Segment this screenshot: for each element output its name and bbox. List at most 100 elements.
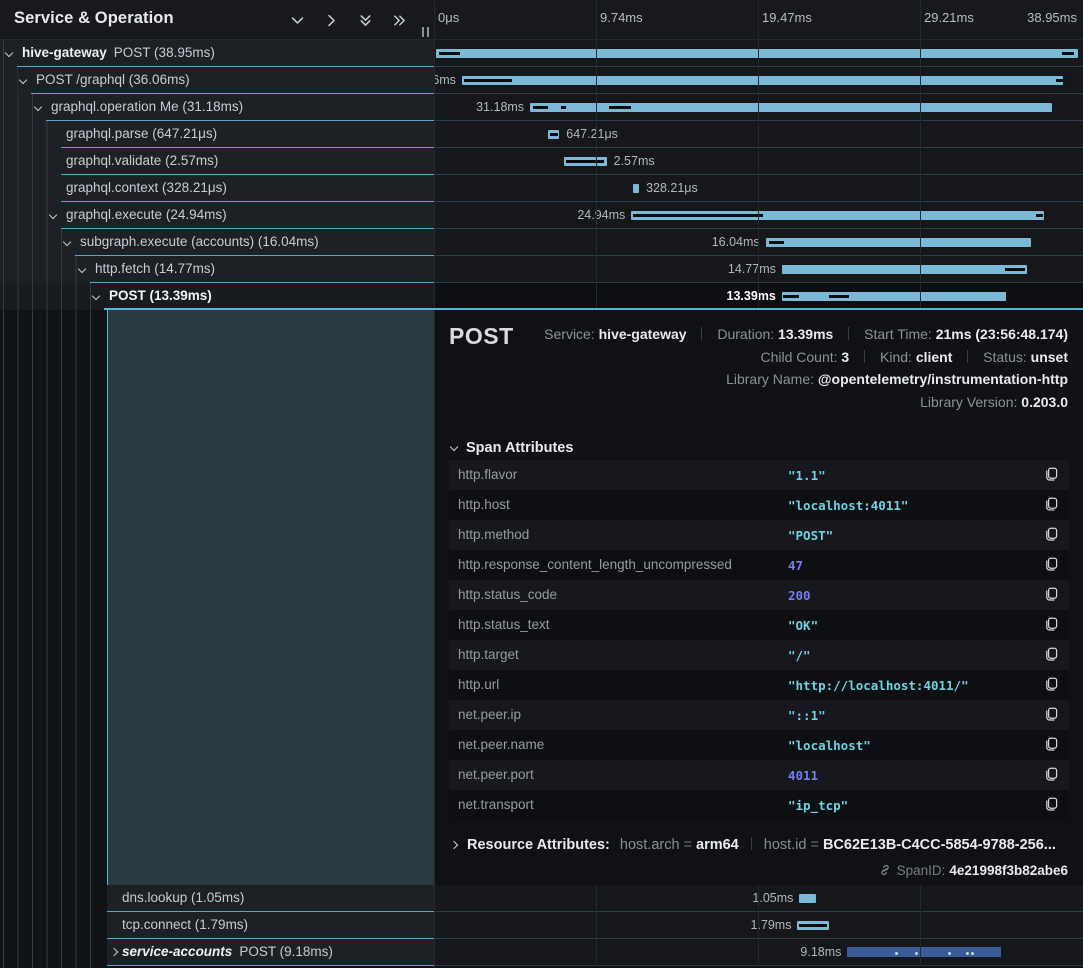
span-detail-title: POST: [449, 323, 514, 350]
span-label: tcp.connect (1.79ms): [122, 917, 248, 932]
critical-path-segment: [609, 106, 630, 109]
copy-icon[interactable]: [1043, 677, 1058, 693]
copy-icon[interactable]: [1043, 497, 1058, 513]
copy-icon[interactable]: [1043, 647, 1058, 663]
copy-icon[interactable]: [1043, 587, 1058, 603]
duration-label: 647.21μs: [566, 127, 618, 141]
child-count-value: 3: [841, 349, 849, 365]
chevron-down-icon[interactable]: [49, 211, 57, 219]
span-label: POST (13.39ms): [109, 288, 212, 303]
span-bar[interactable]: [799, 894, 816, 903]
indent-guides: [0, 121, 48, 148]
kind-value: client: [916, 349, 953, 365]
span-row-tcp-connect[interactable]: tcp.connect (1.79ms): [107, 912, 434, 939]
chevron-down-icon[interactable]: [5, 49, 13, 57]
collapse-one-icon[interactable]: [289, 12, 306, 29]
expand-all-icon[interactable]: [391, 12, 408, 29]
attribute-key: http.status_text: [458, 617, 550, 632]
copy-icon[interactable]: [1043, 767, 1058, 783]
duration-label: 36.06ms: [434, 73, 456, 87]
library-name-value: @opentelemetry/instrumentation-http: [818, 371, 1068, 387]
span-label: graphql.validate (2.57ms): [66, 153, 218, 168]
attribute-value: "http://localhost:4011/": [788, 678, 969, 693]
copy-icon[interactable]: [1043, 557, 1058, 573]
resource-attributes-header[interactable]: Resource Attributes:host.arch=arm64host.…: [451, 837, 1056, 853]
chevron-down-icon[interactable]: [63, 238, 71, 246]
attribute-value: "ip_tcp": [788, 798, 848, 813]
span-bar[interactable]: [633, 184, 639, 193]
page-title: Service & Operation: [14, 9, 174, 28]
indent-guides: [0, 94, 33, 121]
attribute-row: http.target "/": [449, 640, 1069, 670]
span-row-graphql-operation[interactable]: graphql.operation Me (31.18ms): [0, 94, 434, 121]
copy-icon[interactable]: [1043, 707, 1058, 723]
duration-label: 16.04ms: [712, 235, 760, 249]
panel-resize-handle[interactable]: [422, 27, 429, 37]
span-label: POST /graphql (36.06ms): [36, 72, 190, 87]
span-row-service-accounts-post[interactable]: service-accountsPOST (9.18ms): [107, 939, 434, 966]
span-bar[interactable]: [462, 76, 1063, 85]
collapsed-span-bar[interactable]: [847, 947, 1000, 957]
span-row-http-fetch[interactable]: http.fetch (14.77ms): [0, 256, 434, 283]
timeline-tick: 19.47ms: [762, 10, 812, 25]
attribute-value: "1.1": [788, 468, 826, 483]
attribute-key: http.response_content_length_uncompresse…: [458, 557, 732, 572]
resource-key: host.id: [764, 837, 807, 853]
span-row-graphql-execute[interactable]: graphql.execute (24.94ms): [0, 202, 434, 229]
span-row-post-graphql[interactable]: POST /graphql (36.06ms): [0, 67, 434, 94]
critical-path-segment: [566, 160, 604, 163]
chevron-down-icon[interactable]: [78, 265, 86, 273]
span-bar[interactable]: [782, 265, 1027, 274]
attribute-value: "localhost": [788, 738, 871, 753]
copy-icon[interactable]: [1043, 467, 1058, 483]
span-row-dns-lookup[interactable]: dns.lookup (1.05ms): [107, 885, 434, 912]
library-version-value: 0.203.0: [1021, 394, 1068, 410]
duration-label: 1.79ms: [750, 918, 791, 932]
span-id-label: SpanID:: [897, 863, 946, 878]
resource-value: BC62E13B-C4CC-5854-9788-256...: [823, 837, 1056, 853]
span-row-graphql-validate[interactable]: graphql.validate (2.57ms): [0, 148, 434, 175]
grid-line: [596, 0, 597, 310]
attribute-value: "localhost:4011": [788, 498, 908, 513]
critical-path-segment: [1005, 268, 1024, 271]
chevron-right-icon[interactable]: [110, 948, 118, 956]
copy-icon[interactable]: [1043, 737, 1058, 753]
span-label: graphql.context (328.21μs): [66, 180, 227, 195]
selected-span-accent: [104, 308, 1083, 310]
child-span-dot: [966, 952, 969, 955]
span-bar[interactable]: [782, 292, 1007, 301]
chevron-right-icon: [450, 841, 458, 849]
chevron-down-icon[interactable]: [34, 103, 42, 111]
span-row-graphql-parse[interactable]: graphql.parse (647.21μs): [0, 121, 434, 148]
span-row-subgraph-execute[interactable]: subgraph.execute (accounts) (16.04ms): [0, 229, 434, 256]
indent-guides: [0, 310, 104, 968]
critical-path-segment: [783, 295, 799, 298]
chevron-down-icon[interactable]: [92, 292, 100, 300]
copy-icon[interactable]: [1043, 617, 1058, 633]
copy-icon[interactable]: [1043, 797, 1058, 813]
span-row-hive-gateway-post[interactable]: hive-gatewayPOST (38.95ms): [0, 40, 434, 67]
attribute-row: net.peer.port 4011: [449, 760, 1069, 790]
span-detail-panel: POST Service: hive-gateway Duration: 13.…: [435, 310, 1083, 885]
attribute-value: "/": [788, 648, 811, 663]
attribute-key: http.flavor: [458, 467, 517, 482]
service-label: Service:: [544, 326, 595, 342]
span-row-post-selected[interactable]: POST (13.39ms): [0, 283, 434, 310]
tree-controls: [289, 12, 408, 29]
status-value: unset: [1031, 349, 1068, 365]
timeline-tick: 38.95ms: [1027, 10, 1077, 25]
expand-one-icon[interactable]: [323, 12, 340, 29]
span-attributes-header[interactable]: Span Attributes: [451, 440, 573, 456]
span-detail-meta: Service: hive-gateway Duration: 13.39ms …: [544, 326, 1068, 416]
span-label: dns.lookup (1.05ms): [122, 890, 244, 905]
chevron-down-icon[interactable]: [19, 76, 27, 84]
collapse-all-icon[interactable]: [357, 12, 374, 29]
span-attributes-table: http.flavor "1.1" http.host "localhost:4…: [449, 460, 1069, 820]
copy-icon[interactable]: [1043, 527, 1058, 543]
span-row-graphql-context[interactable]: graphql.context (328.21μs): [0, 175, 434, 202]
span-bar[interactable]: [436, 49, 1078, 58]
span-bar[interactable]: [766, 238, 1031, 247]
start-time-label: Start Time:: [864, 326, 932, 342]
critical-path-segment: [1036, 214, 1042, 217]
link-icon[interactable]: [878, 863, 892, 877]
